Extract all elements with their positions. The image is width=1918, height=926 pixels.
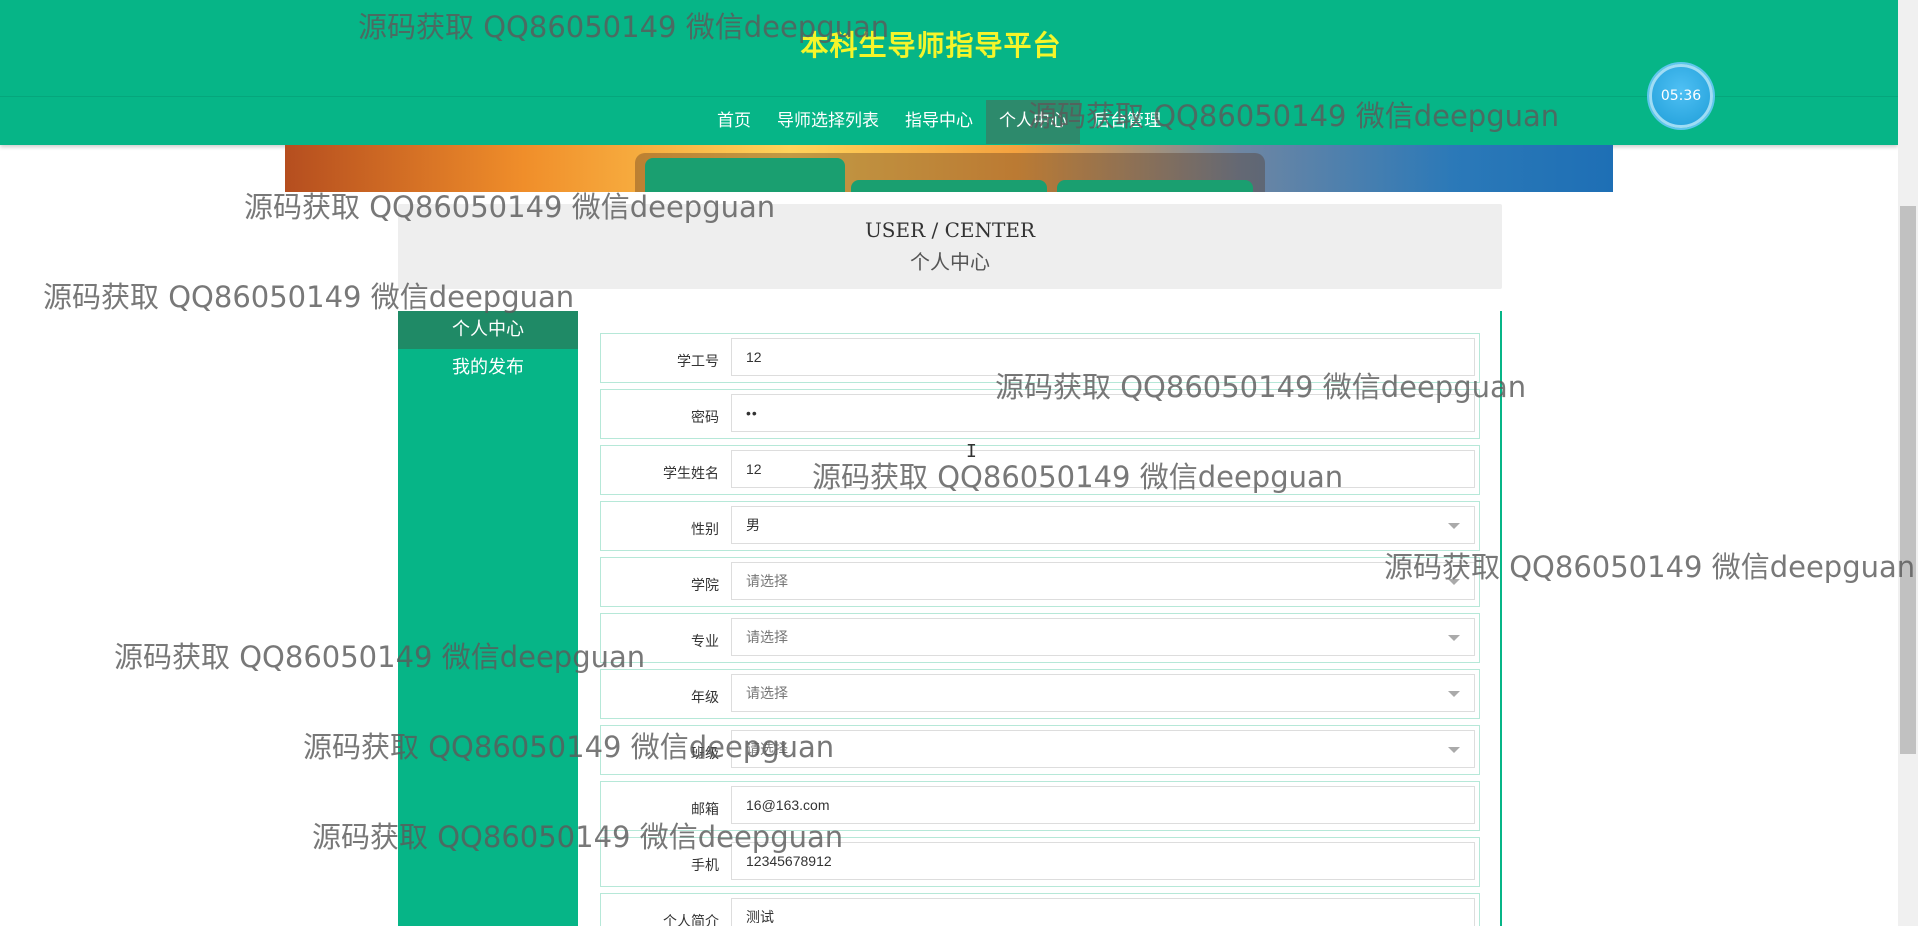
field-label: 专业 [691, 634, 719, 650]
chevron-down-icon [1448, 691, 1460, 697]
form-row-gender: 性别 男 [600, 501, 1480, 551]
chevron-down-icon [1448, 747, 1460, 753]
grade-select[interactable]: 请选择 [731, 674, 1475, 712]
clock-widget: 05:36 [1649, 64, 1713, 128]
main-nav: 首页 导师选择列表 指导中心 个人中心 后台管理 [704, 100, 1174, 144]
form-row-bio: 个人简介 测试 [600, 893, 1480, 926]
field-label: 班级 [691, 746, 719, 762]
bio-input[interactable]: 测试 [731, 898, 1475, 926]
field-label: 手机 [691, 858, 719, 874]
site-title: 本科生导师指导平台 [800, 29, 1062, 62]
field-label: 学院 [691, 578, 719, 594]
form-row-phone: 手机 12345678912 [600, 837, 1480, 887]
form-row-student-id: 学工号 12 [600, 333, 1480, 383]
major-select[interactable]: 请选择 [731, 618, 1475, 656]
form-row-email: 邮箱 16@163.com [600, 781, 1480, 831]
form-row-college: 学院 请选择 [600, 557, 1480, 607]
field-label: 年级 [691, 690, 719, 706]
chevron-down-icon [1448, 579, 1460, 585]
page-title: USER / CENTER 个人中心 [398, 204, 1502, 289]
sidebar: 个人中心 我的发布 [398, 311, 578, 926]
top-header: 本科生导师指导平台 首页 导师选择列表 指导中心 个人中心 后台管理 [0, 0, 1898, 145]
chevron-down-icon [1448, 523, 1460, 529]
major-placeholder: 请选择 [746, 629, 788, 645]
nav-tutor-list[interactable]: 导师选择列表 [764, 100, 892, 144]
form-row-class: 班级 请选择 [600, 725, 1480, 775]
college-select[interactable]: 请选择 [731, 562, 1475, 600]
form-row-major: 专业 请选择 [600, 613, 1480, 663]
nav-home[interactable]: 首页 [704, 100, 764, 144]
profile-form: 学工号 12 密码 •• 学生姓名 12 性别 男 学院 请选择 专业 请选择 … [600, 333, 1480, 926]
banner-tab [645, 158, 845, 192]
phone-input[interactable]: 12345678912 [731, 842, 1475, 880]
sidebar-item-my-posts[interactable]: 我的发布 [398, 349, 578, 387]
nav-guidance-center[interactable]: 指导中心 [892, 100, 986, 144]
field-label: 性别 [691, 522, 719, 538]
email-input[interactable]: 16@163.com [731, 786, 1475, 824]
form-row-password: 密码 •• [600, 389, 1480, 439]
form-row-student-name: 学生姓名 12 [600, 445, 1480, 495]
header-divider [0, 96, 1898, 97]
class-select[interactable]: 请选择 [731, 730, 1475, 768]
banner-tab [851, 180, 1047, 192]
password-input[interactable]: •• [731, 394, 1475, 432]
nav-admin[interactable]: 后台管理 [1080, 100, 1174, 144]
class-placeholder: 请选择 [746, 741, 788, 757]
student-name-input[interactable]: 12 [731, 450, 1475, 488]
student-id-input[interactable]: 12 [731, 338, 1475, 376]
content-border [1500, 311, 1502, 926]
grade-placeholder: 请选择 [746, 685, 788, 701]
banner-tab [1057, 180, 1253, 192]
field-label: 学生姓名 [663, 466, 719, 482]
field-label: 学工号 [677, 354, 719, 370]
nav-user-center[interactable]: 个人中心 [986, 100, 1080, 144]
page-title-cn: 个人中心 [910, 250, 990, 274]
banner-image [285, 145, 1613, 192]
scrollbar[interactable] [1898, 0, 1918, 926]
sidebar-item-user-center[interactable]: 个人中心 [398, 311, 578, 349]
field-label: 个人简介 [663, 914, 719, 926]
scrollbar-thumb[interactable] [1900, 206, 1916, 754]
field-label: 邮箱 [691, 802, 719, 818]
field-label: 密码 [691, 410, 719, 426]
college-placeholder: 请选择 [746, 573, 788, 589]
page-title-en: USER / CENTER [864, 218, 1036, 242]
gender-select[interactable]: 男 [731, 506, 1475, 544]
chevron-down-icon [1448, 635, 1460, 641]
text-cursor-icon: I [966, 441, 977, 462]
gender-value: 男 [746, 517, 760, 533]
form-row-grade: 年级 请选择 [600, 669, 1480, 719]
